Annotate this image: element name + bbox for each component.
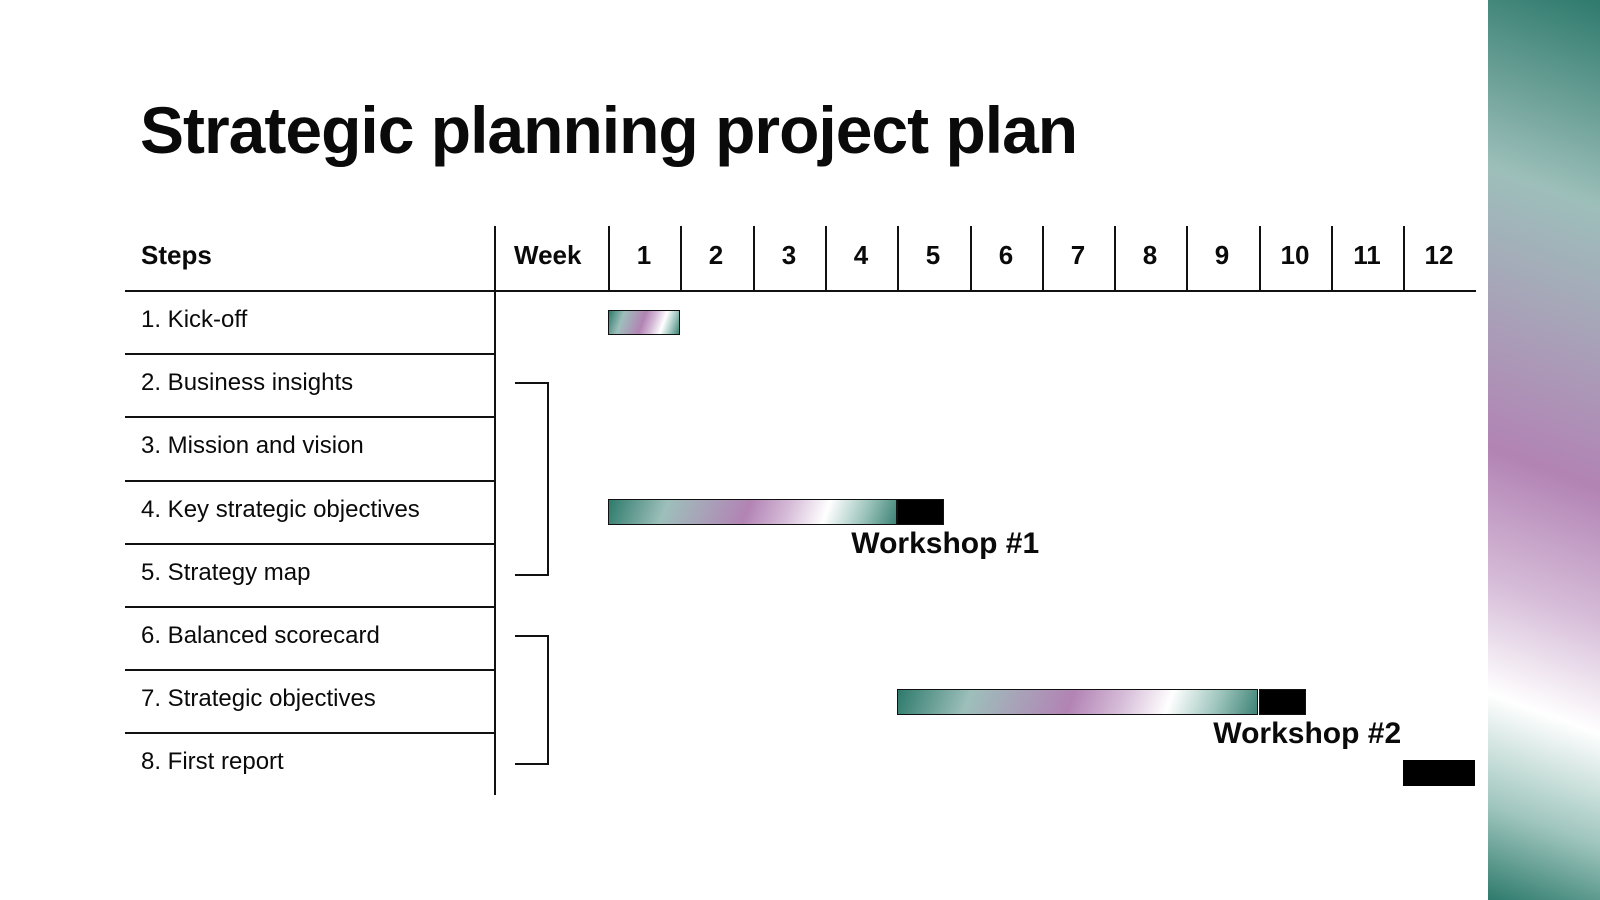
row-divider xyxy=(125,732,495,734)
step-label: 2. Business insights xyxy=(141,369,354,396)
week-label: 11 xyxy=(1353,240,1381,270)
week-label: 2 xyxy=(708,240,724,270)
week-label: 1 xyxy=(636,240,652,270)
week-label: 6 xyxy=(998,240,1014,270)
row-divider xyxy=(125,543,495,545)
decorative-gradient-band xyxy=(1488,0,1600,900)
step-label: 4. Key strategic objectives xyxy=(141,496,420,523)
week-label: 3 xyxy=(781,240,797,270)
step-label: 1. Kick-off xyxy=(141,306,248,333)
deliverable-marker xyxy=(1403,760,1475,786)
step-label: 3. Mission and vision xyxy=(141,432,364,459)
task-bar xyxy=(897,689,1258,715)
header-divider xyxy=(125,290,1476,292)
week-label: 9 xyxy=(1214,240,1230,270)
step-label: 6. Balanced scorecard xyxy=(141,622,380,649)
workshop-label: Workshop #1 xyxy=(851,527,1040,560)
row-divider xyxy=(125,416,495,418)
workshop-marker xyxy=(1259,689,1306,715)
row-divider xyxy=(125,353,495,355)
row-divider xyxy=(125,480,495,482)
workshop-marker xyxy=(897,499,944,525)
week-label: 12 xyxy=(1424,240,1454,270)
week-header: Week xyxy=(514,240,582,270)
week-label: 5 xyxy=(925,240,941,270)
step-label: 8. First report xyxy=(141,748,284,775)
row-divider xyxy=(125,669,495,671)
week-label: 10 xyxy=(1280,240,1310,270)
group-bracket xyxy=(515,635,549,765)
step-label: 5. Strategy map xyxy=(141,559,311,586)
group-bracket xyxy=(515,382,549,576)
week-label: 7 xyxy=(1070,240,1086,270)
step-label: 7. Strategic objectives xyxy=(141,685,376,712)
steps-divider xyxy=(494,226,496,795)
page-title: Strategic planning project plan xyxy=(140,93,1078,167)
row-divider xyxy=(125,606,495,608)
week-label: 8 xyxy=(1142,240,1158,270)
task-bar xyxy=(608,310,680,335)
workshop-label: Workshop #2 xyxy=(1213,717,1402,750)
steps-header: Steps xyxy=(141,240,212,270)
task-bar xyxy=(608,499,897,525)
week-label: 4 xyxy=(853,240,869,270)
